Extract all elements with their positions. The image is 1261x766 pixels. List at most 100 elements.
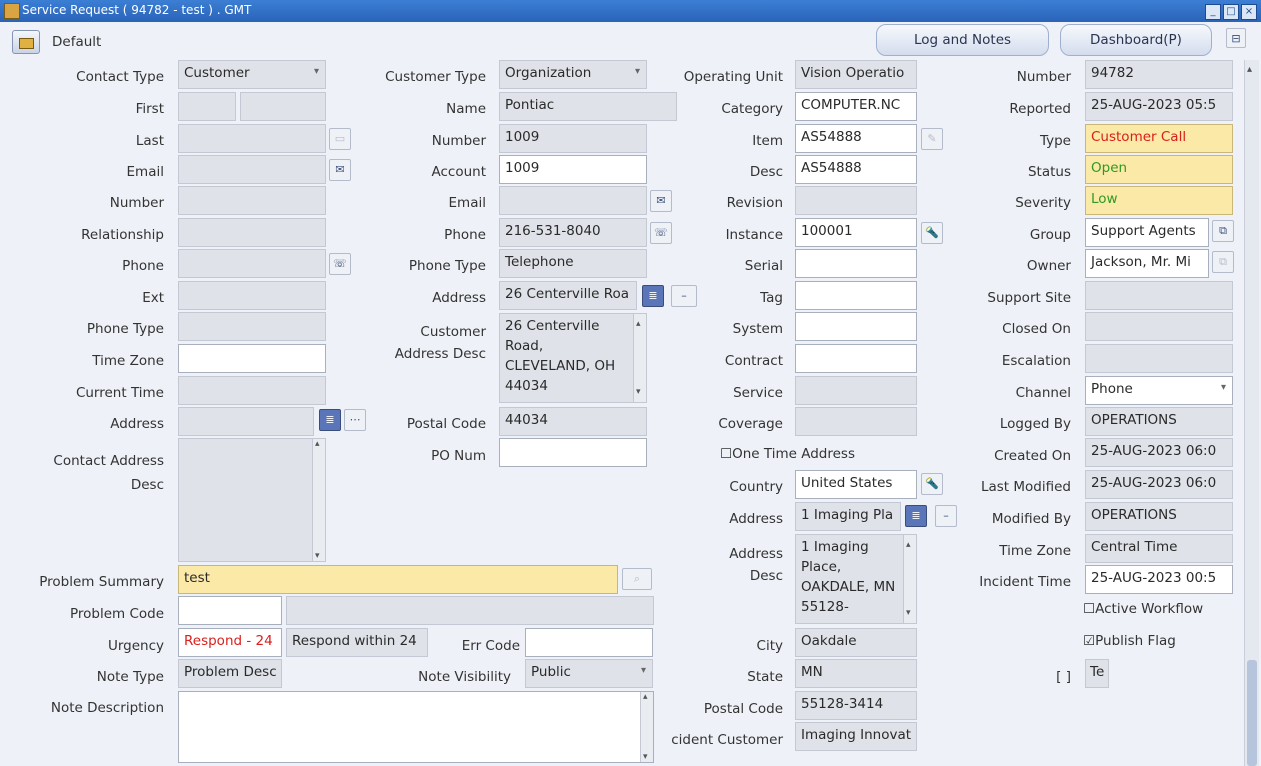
folder-icon[interactable] <box>12 30 40 54</box>
dashboard-button[interactable]: Dashboard(P) <box>1060 24 1212 56</box>
main-scrollbar[interactable]: ▴ <box>1244 60 1259 766</box>
reported-field[interactable]: 25-AUG-2023 05:5 <box>1085 92 1233 121</box>
first-name-field-2[interactable] <box>240 92 326 121</box>
contact-address-desc-field[interactable] <box>178 438 326 562</box>
more-icon[interactable]: – <box>935 505 957 527</box>
te-field[interactable]: Te <box>1085 659 1109 688</box>
problem-code-field[interactable] <box>178 596 282 625</box>
minimize-icon[interactable]: _ <box>1205 4 1221 20</box>
list-icon[interactable]: ≣ <box>642 285 664 307</box>
email-icon[interactable]: ✉ <box>650 190 672 212</box>
document-icon[interactable]: ▭ <box>329 128 351 150</box>
scrollbar[interactable] <box>312 439 325 561</box>
modified-by-field[interactable]: OPERATIONS <box>1085 502 1233 531</box>
customer-phone-type-field[interactable]: Telephone <box>499 249 647 278</box>
contact-time-zone-field[interactable] <box>178 344 326 373</box>
urgency-desc-field[interactable]: Respond within 24 <box>286 628 428 657</box>
install-address-field[interactable]: 1 Imaging Pla <box>795 502 901 531</box>
scroll-thumb[interactable] <box>1247 660 1257 766</box>
log-and-notes-button[interactable]: Log and Notes <box>876 24 1049 56</box>
created-on-field[interactable]: 25-AUG-2023 06:0 <box>1085 438 1233 467</box>
contact-address-field[interactable] <box>178 407 314 436</box>
problem-code-desc-field[interactable] <box>286 596 654 625</box>
list-icon[interactable]: ≣ <box>905 505 927 527</box>
customer-phone-field[interactable]: 216-531-8040 <box>499 218 647 247</box>
contact-number-field[interactable] <box>178 186 326 215</box>
coverage-field[interactable] <box>795 407 917 436</box>
install-postal-code-field[interactable]: 55128-3414 <box>795 691 917 720</box>
incident-time-field[interactable]: 25-AUG-2023 00:5 <box>1085 565 1233 594</box>
system-field[interactable] <box>795 312 917 341</box>
ext-field[interactable] <box>178 281 326 310</box>
maximize-icon[interactable]: □ <box>1223 4 1239 20</box>
first-name-field[interactable] <box>178 92 236 121</box>
desc-field[interactable]: AS54888 <box>795 155 917 184</box>
scroll-up-icon[interactable]: ▴ <box>1247 64 1252 75</box>
sr-number-field[interactable]: 94782 <box>1085 60 1233 89</box>
customer-address-desc-field[interactable]: 26 Centerville Road, CLEVELAND, OH 44034 <box>499 313 647 403</box>
contact-email-field[interactable] <box>178 155 326 184</box>
status-field[interactable]: Open <box>1085 155 1233 184</box>
customer-number-field[interactable]: 1009 <box>499 124 647 153</box>
sr-time-zone-field[interactable]: Central Time <box>1085 534 1233 563</box>
install-address-desc-field[interactable]: 1 Imaging Place, OAKDALE, MN 55128- <box>795 534 917 624</box>
tag-field[interactable] <box>795 281 917 310</box>
serial-field[interactable] <box>795 249 917 278</box>
customer-email-field[interactable] <box>499 186 647 215</box>
email-icon[interactable]: ✉ <box>329 159 351 181</box>
more-icon[interactable]: ⋯ <box>344 409 366 431</box>
severity-field[interactable]: Low <box>1085 186 1233 215</box>
scrollbar[interactable] <box>640 692 653 762</box>
instance-field[interactable]: 100001 <box>795 218 917 247</box>
active-workflow-checkbox[interactable]: ☐Active Workflow <box>1083 601 1203 617</box>
group-field[interactable]: Support Agents <box>1085 218 1209 247</box>
lov-icon[interactable]: ⧉ <box>1212 251 1234 273</box>
flashlight-icon[interactable]: 🔦 <box>921 473 943 495</box>
collapse-icon[interactable]: ⊟ <box>1226 28 1246 48</box>
channel-select[interactable]: Phone <box>1085 376 1233 405</box>
customer-name-field[interactable]: Pontiac <box>499 92 677 121</box>
err-code-field[interactable] <box>525 628 653 657</box>
problem-summary-field[interactable]: test <box>178 565 618 594</box>
last-modified-field[interactable]: 25-AUG-2023 06:0 <box>1085 470 1233 499</box>
customer-address-field[interactable]: 26 Centerville Roa <box>499 281 637 310</box>
closed-on-field[interactable] <box>1085 312 1233 341</box>
more-icon[interactable]: – <box>671 285 697 307</box>
contact-type-select[interactable]: Customer <box>178 60 326 89</box>
urgency-field[interactable]: Respond - 24 <box>178 628 282 657</box>
last-name-field[interactable] <box>178 124 326 153</box>
current-time-field[interactable] <box>178 376 326 405</box>
one-time-address-checkbox[interactable]: ☐One Time Address <box>720 446 855 462</box>
customer-type-select[interactable]: Organization <box>499 60 647 89</box>
service-field[interactable] <box>795 376 917 405</box>
revision-field[interactable] <box>795 186 917 215</box>
incident-customer-field[interactable]: Imaging Innovat <box>795 722 917 751</box>
contract-field[interactable] <box>795 344 917 373</box>
close-icon[interactable]: × <box>1241 4 1257 20</box>
note-visibility-select[interactable]: Public <box>525 659 653 688</box>
note-type-field[interactable]: Problem Desc <box>178 659 282 688</box>
sr-type-field[interactable]: Customer Call <box>1085 124 1233 153</box>
search-icon[interactable]: ⌕ <box>622 568 652 590</box>
flashlight-icon[interactable]: 🔦 <box>921 222 943 244</box>
contact-phone-field[interactable] <box>178 249 326 278</box>
operating-unit-field[interactable]: Vision Operatio <box>795 60 917 89</box>
po-num-field[interactable] <box>499 438 647 467</box>
contact-phone-type-field[interactable] <box>178 312 326 341</box>
escalation-field[interactable] <box>1085 344 1233 373</box>
owner-field[interactable]: Jackson, Mr. Mi <box>1085 249 1209 278</box>
category-field[interactable]: COMPUTER.NC <box>795 92 917 121</box>
relationship-field[interactable] <box>178 218 326 247</box>
scrollbar[interactable] <box>903 535 916 623</box>
edit-icon[interactable]: ✎ <box>921 128 943 150</box>
logged-by-field[interactable]: OPERATIONS <box>1085 407 1233 436</box>
state-field[interactable]: MN <box>795 659 917 688</box>
scrollbar[interactable] <box>633 314 646 402</box>
publish-flag-checkbox[interactable]: ☑Publish Flag <box>1083 633 1176 649</box>
item-field[interactable]: AS54888 <box>795 124 917 153</box>
city-field[interactable]: Oakdale <box>795 628 917 657</box>
phone-icon[interactable]: ☏ <box>650 222 672 244</box>
support-site-field[interactable] <box>1085 281 1233 310</box>
note-description-field[interactable] <box>178 691 654 763</box>
lov-icon[interactable]: ⧉ <box>1212 220 1234 242</box>
